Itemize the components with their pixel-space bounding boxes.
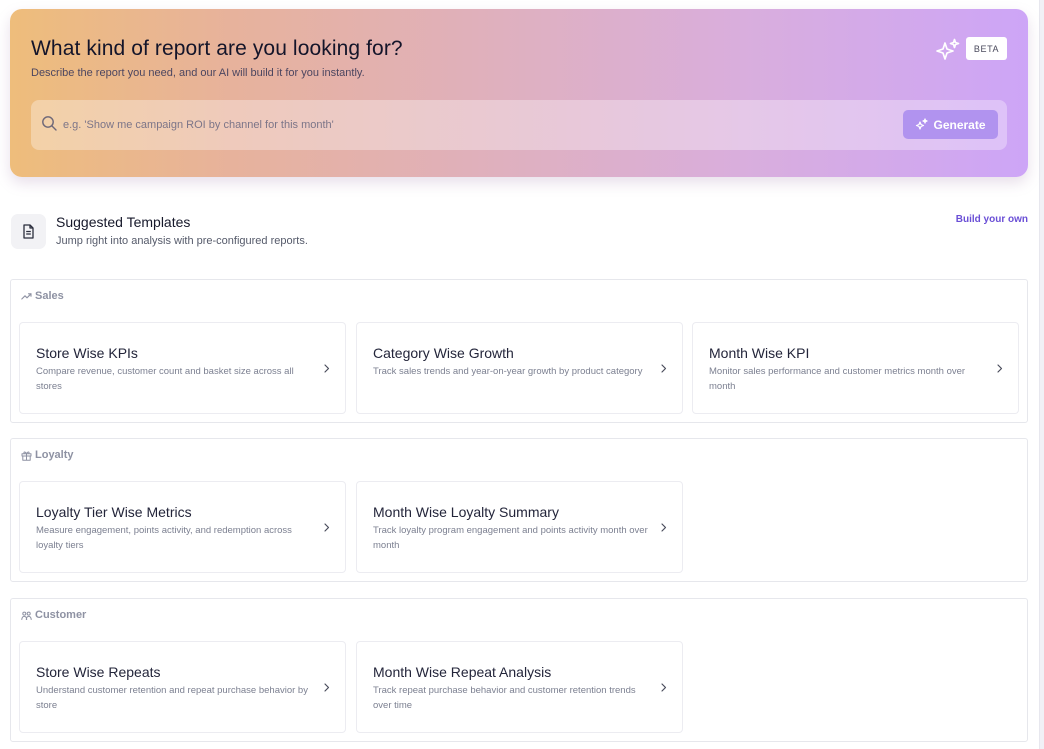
- card-description: Track repeat purchase behavior and custo…: [373, 685, 636, 711]
- gift-icon: [21, 451, 32, 461]
- card-title: Store Wise KPIs: [36, 345, 138, 361]
- chevron-right-icon: [661, 364, 667, 373]
- chevron-right-icon: [661, 523, 667, 532]
- chevron-right-icon: [661, 683, 667, 692]
- hero-title: What kind of report are you looking for?: [31, 37, 403, 60]
- chevron-right-icon: [997, 364, 1003, 373]
- document-icon-box: [11, 214, 46, 249]
- section-sales: Sales Store Wise KPIs Compare revenue, c…: [10, 279, 1028, 423]
- trending-up-icon: [21, 292, 32, 300]
- template-card[interactable]: Month Wise Repeat Analysis Track repeat …: [356, 641, 683, 733]
- section-header: Sales: [21, 290, 64, 302]
- sparkles-icon: [936, 38, 960, 60]
- template-card[interactable]: Store Wise KPIs Compare revenue, custome…: [19, 322, 346, 414]
- card-description: Track loyalty program engagement and poi…: [373, 525, 648, 551]
- generate-button-label: Generate: [933, 117, 986, 132]
- template-card[interactable]: Month Wise KPI Monitor sales performance…: [692, 322, 1019, 414]
- chevron-right-icon: [324, 364, 330, 373]
- template-card[interactable]: Store Wise Repeats Understand customer r…: [19, 641, 346, 733]
- hero-subtitle: Describe the report you need, and our AI…: [31, 67, 365, 79]
- report-search-box: Generate: [31, 100, 1007, 150]
- card-description: Measure engagement, points activity, and…: [36, 525, 292, 551]
- report-prompt-input[interactable]: [63, 114, 883, 136]
- section-label: Sales: [35, 290, 64, 302]
- card-title: Month Wise Repeat Analysis: [373, 664, 552, 680]
- suggested-templates-title: Suggested Templates: [56, 214, 191, 230]
- section-label: Customer: [35, 609, 87, 621]
- chevron-right-icon: [324, 523, 330, 532]
- card-description: Understand customer retention and repeat…: [36, 685, 308, 711]
- section-label: Loyalty: [35, 449, 74, 461]
- section-header: Loyalty: [21, 449, 74, 461]
- document-icon: [23, 224, 34, 239]
- section-loyalty: Loyalty Loyalty Tier Wise Metrics Measur…: [10, 438, 1028, 582]
- template-card[interactable]: Loyalty Tier Wise Metrics Measure engage…: [19, 481, 346, 573]
- card-description: Track sales trends and year-on-year grow…: [373, 366, 643, 377]
- card-title: Store Wise Repeats: [36, 664, 161, 680]
- chevron-right-icon: [324, 683, 330, 692]
- card-title: Category Wise Growth: [373, 345, 514, 361]
- card-title: Loyalty Tier Wise Metrics: [36, 504, 192, 520]
- section-header: Customer: [21, 609, 86, 621]
- beta-badge: BETA: [966, 37, 1007, 60]
- search-icon: [42, 116, 57, 131]
- suggested-templates-subtitle: Jump right into analysis with pre-config…: [56, 235, 308, 247]
- generate-button[interactable]: Generate: [903, 110, 998, 139]
- build-your-own-link[interactable]: Build your own: [940, 214, 1028, 225]
- scrollbar-track[interactable]: [1039, 0, 1044, 749]
- sparkles-icon: [916, 118, 929, 130]
- template-card[interactable]: Category Wise Growth Track sales trends …: [356, 322, 683, 414]
- users-icon: [21, 611, 32, 620]
- card-description: Monitor sales performance and customer m…: [709, 366, 966, 392]
- card-description: Compare revenue, customer count and bask…: [36, 366, 294, 392]
- card-title: Month Wise Loyalty Summary: [373, 504, 559, 520]
- template-card[interactable]: Month Wise Loyalty Summary Track loyalty…: [356, 481, 683, 573]
- section-customer: Customer Store Wise Repeats Understand c…: [10, 598, 1028, 742]
- card-title: Month Wise KPI: [709, 345, 810, 361]
- ai-report-hero: What kind of report are you looking for?…: [10, 9, 1028, 177]
